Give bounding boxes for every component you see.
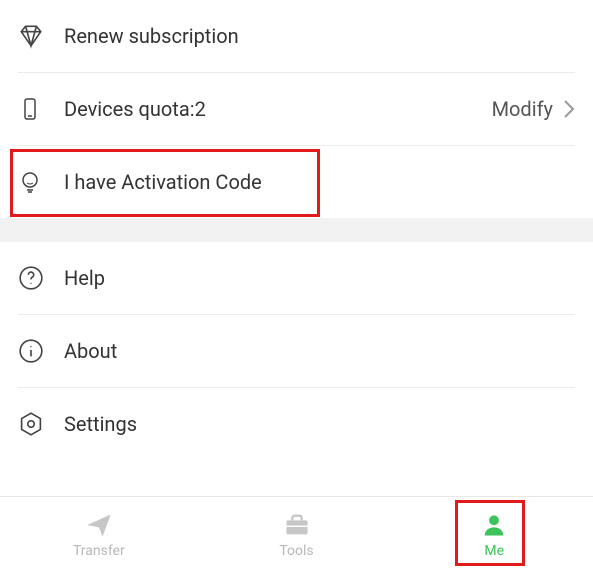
- toolbox-icon: [283, 511, 311, 539]
- nav-me[interactable]: Me: [395, 497, 593, 572]
- row-activation-code[interactable]: I have Activation Code: [0, 146, 593, 218]
- modify-text: Modify: [492, 97, 553, 121]
- send-icon: [85, 511, 113, 539]
- row-label: About: [64, 339, 575, 363]
- nav-label: Me: [484, 543, 504, 559]
- chevron-right-icon: [563, 99, 575, 119]
- info-icon: [18, 338, 50, 364]
- person-icon: [480, 511, 508, 539]
- row-label: I have Activation Code: [64, 170, 575, 194]
- nav-transfer[interactable]: Transfer: [0, 497, 198, 572]
- row-label: Renew subscription: [64, 24, 575, 48]
- bottom-nav: Transfer Tools Me: [0, 496, 593, 572]
- row-label: Devices quota:2: [64, 97, 492, 121]
- row-settings[interactable]: Settings: [0, 388, 593, 460]
- section-gap: [0, 218, 593, 242]
- row-label: Settings: [64, 412, 575, 436]
- diamond-icon: [18, 23, 50, 49]
- nav-tools[interactable]: Tools: [198, 497, 396, 572]
- settings-icon: [18, 411, 50, 437]
- row-help[interactable]: Help: [0, 242, 593, 314]
- bulb-icon: [18, 169, 50, 195]
- nav-label: Tools: [279, 543, 313, 559]
- nav-label: Transfer: [73, 543, 125, 559]
- row-devices-quota[interactable]: Devices quota:2 Modify: [0, 73, 593, 145]
- row-about[interactable]: About: [0, 315, 593, 387]
- device-icon: [18, 96, 50, 122]
- row-renew-subscription[interactable]: Renew subscription: [0, 0, 593, 72]
- row-trail: Modify: [492, 97, 575, 121]
- row-label: Help: [64, 266, 575, 290]
- help-icon: [18, 265, 50, 291]
